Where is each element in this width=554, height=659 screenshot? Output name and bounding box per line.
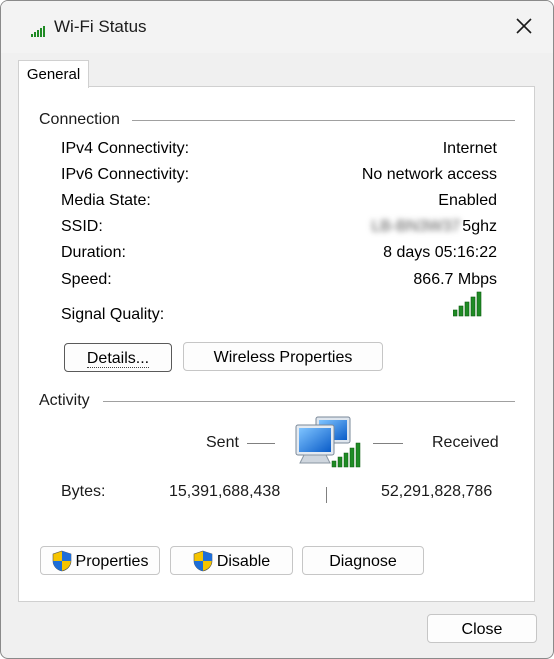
ipv6-value: No network access <box>361 166 497 183</box>
ipv4-label: IPv4 Connectivity: <box>61 140 190 157</box>
uac-shield-icon <box>193 550 213 572</box>
sent-bytes-value: 15,391,688,438 <box>169 483 281 500</box>
close-button[interactable]: Close <box>427 614 537 643</box>
signal-bars-icon <box>453 291 482 317</box>
received-line <box>373 443 403 444</box>
window-title: Wi-Fi Status <box>54 17 147 36</box>
activity-separator <box>326 487 327 503</box>
connection-divider <box>132 120 515 121</box>
title-bar: Wi-Fi Status <box>1 1 553 53</box>
close-icon[interactable] <box>513 15 535 37</box>
uac-shield-icon <box>52 550 71 572</box>
speed-label: Speed: <box>61 271 112 288</box>
duration-value: 8 days 05:16:22 <box>383 244 497 261</box>
sent-label: Sent <box>206 434 239 451</box>
sent-line <box>247 443 275 444</box>
wireless-properties-button[interactable]: Wireless Properties <box>183 342 383 371</box>
ssid-redacted: LB-BN3W37 <box>371 218 461 235</box>
ipv4-value: Internet <box>442 140 497 157</box>
wifi-status-window: Wi-Fi Status General Connection IPv4 Con… <box>0 0 554 659</box>
signal-quality-label: Signal Quality: <box>61 306 165 323</box>
speed-value: 866.7 Mbps <box>413 271 497 288</box>
network-computers-icon <box>295 416 361 468</box>
ssid-label: SSID: <box>61 218 103 235</box>
ssid-value: LB-BN3W37 5ghz <box>371 218 497 236</box>
received-label: Received <box>432 434 499 451</box>
ipv6-label: IPv6 Connectivity: <box>61 166 190 183</box>
duration-label: Duration: <box>61 244 126 261</box>
bytes-label: Bytes: <box>61 483 106 500</box>
media-state-label: Media State: <box>61 192 151 209</box>
media-state-value: Enabled <box>438 192 497 209</box>
general-panel: Connection IPv4 Connectivity: Internet I… <box>18 86 535 602</box>
ssid-suffix: 5ghz <box>462 218 497 235</box>
diagnose-button[interactable]: Diagnose <box>302 546 424 575</box>
activity-divider <box>103 401 515 402</box>
details-button[interactable]: Details... <box>64 343 172 372</box>
received-bytes-value: 52,291,828,786 <box>381 483 493 500</box>
properties-button[interactable]: Properties <box>40 546 160 575</box>
connection-heading: Connection <box>39 111 120 128</box>
tab-general[interactable]: General <box>18 60 89 88</box>
activity-heading: Activity <box>39 392 90 409</box>
wifi-signal-icon <box>31 26 45 37</box>
disable-button[interactable]: Disable <box>170 546 293 575</box>
